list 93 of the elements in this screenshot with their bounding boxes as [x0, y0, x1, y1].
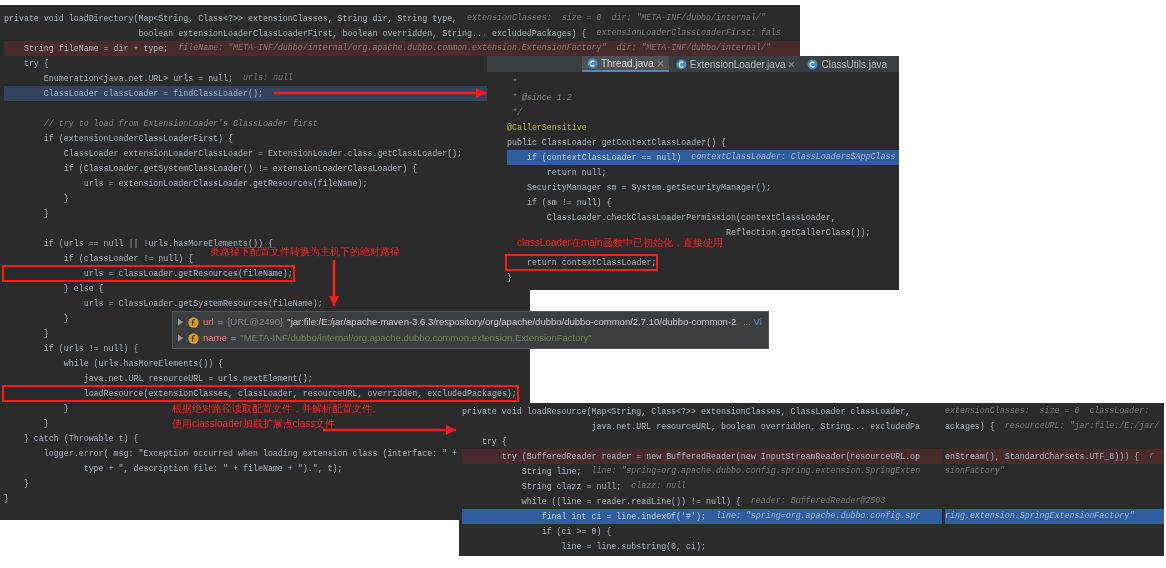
code-line: ClassLoader.checkClassLoaderPermission(contextClassLoader,	[545, 212, 836, 224]
code-line: Reflection.getCallerClass());	[725, 227, 871, 239]
code-line: try (BufferedReader reader = new BufferedReader(new InputStreamReader(resourceURL.op	[500, 451, 921, 463]
code-line: }	[42, 418, 49, 430]
code-line: if (contextClassLoader == null)	[525, 152, 682, 164]
code-line: if (urls != null) {	[42, 343, 139, 355]
code-line: loadResource(extensionClasses, classLoader, resourceURL, overridden, excludedPackages);	[4, 387, 517, 400]
debug-value-hint: line: "spring=org.apache.dubbo.config.spring.extension.SpringExten	[591, 465, 921, 478]
variable-value: "jar:file:/E:/jar/apache-maven-3.6.3/respository/org/apache/dubbo/dubbo-common/2.7.10/dubbo-common-2.	[287, 314, 739, 329]
debug-value-hint: fileName: "META-INF/dubbo/internal/org.apache.dubbo.common.extension.ExtensionFactory" dir: "META-INF/dubbo/internal/"	[178, 42, 771, 55]
code-line: @CallerSensitive	[507, 122, 587, 134]
debug-value-hint: urls: null	[243, 72, 293, 85]
debug-value-hint: sionFactory"	[945, 465, 1005, 478]
code-line: }	[507, 272, 512, 284]
code-line: while (urls.hasMoreElements()) {	[62, 358, 224, 370]
debug-value-hint: ring.extension.SpringExtensionFactory"	[945, 510, 1135, 523]
editor-tab[interactable]: ClassUtils.java	[802, 56, 892, 72]
java-class-icon	[587, 57, 598, 69]
debug-value-hint: reader: BufferedReader@2503	[750, 495, 886, 508]
debug-value-hint: resourceURL: "jar:file:/E:/jar/	[1004, 420, 1160, 433]
code-line: enStream(), StandardCharsets.UTF_8))) {	[945, 451, 1140, 463]
editor-tab[interactable]: Thread.java	[582, 56, 669, 72]
code-line: line = line.substring(0, ci);	[560, 541, 706, 553]
code-line: private void loadResource(Map<String, Class<?>> extensionClasses, ClassLoader classLoader,	[462, 406, 911, 418]
debug-value-hint: r	[1149, 450, 1155, 463]
debug-value-hint: line: "spring=org.apache.dubbo.config.spr	[715, 510, 921, 523]
code-line: if (sm != null) {	[525, 197, 612, 209]
code-line: ClassLoader extensionLoaderClassLoader = ExtensionLoader.class.getClassLoader();	[62, 148, 463, 160]
debug-value-hint: clazz: null	[631, 480, 687, 493]
code-line: while ((line = reader.readLine()) != null) {	[520, 496, 741, 508]
object-reference: {URL@2490}	[227, 314, 284, 329]
code-line: }	[62, 313, 69, 325]
editor-tab[interactable]: ExtensionLoader.java	[670, 56, 801, 72]
code-line: }	[62, 403, 69, 415]
code-line: urls = ClassLoader.getSystemResources(fileName);	[82, 298, 323, 310]
code-line: }	[22, 478, 29, 490]
variable-name: url	[203, 314, 214, 329]
code-line: boolean extensionLoaderClassLoaderFirst, boolean overridden, String... excludedPackages) {	[137, 28, 587, 40]
code-line: if (ClassLoader.getSystemClassLoader() != extensionLoaderClassLoader) {	[62, 163, 418, 175]
code-line: if (ci >= 0) {	[540, 526, 612, 538]
code-line: *	[510, 77, 517, 89]
code-line: java.net.URL resourceURL = urls.nextElement();	[82, 373, 313, 385]
view-link[interactable]: ... Vi	[743, 314, 762, 330]
code-line: String clazz = null;	[520, 481, 622, 493]
code-line: ClassLoader classLoader = findClassLoader();	[42, 88, 263, 100]
code-line: if (urls == null || !urls.hasMoreElements()) {	[42, 238, 273, 248]
close-icon[interactable]	[656, 59, 664, 67]
code-line: return null;	[545, 167, 607, 179]
code-line: String fileName = dir + type;	[22, 43, 169, 55]
code-line: final int ci = line.indexOf('#');	[540, 511, 706, 523]
code-line: try {	[480, 436, 507, 448]
debug-value-hint: extensionLoaderClassLoaderFirst: fals	[596, 27, 781, 40]
code-line: return contextClassLoader;	[507, 256, 657, 269]
equals-sign: =	[217, 314, 224, 329]
debug-value-hint: extensionClasses: size = 0 classLoader:	[945, 405, 1150, 418]
code-line: try {	[22, 58, 49, 70]
close-icon[interactable]	[788, 60, 796, 68]
code-line: }	[4, 493, 9, 505]
pointer-arrow	[329, 260, 339, 306]
code-line: */	[510, 107, 522, 119]
annotation-note: 根据绝对路径读取配置文件，并解析配置文件。	[172, 403, 382, 415]
annotation-note: classLoader在main函数中已初始化，直接使用	[517, 237, 723, 249]
code-line: type + ", description file: " + fileName + ").", t);	[82, 463, 343, 475]
code-line: urls = extensionLoaderClassLoader.getResources(fileName);	[82, 178, 368, 190]
java-class-icon	[807, 58, 819, 70]
field-icon	[188, 332, 199, 344]
debug-value-hint: extensionClasses: size = 0 dir: "META-INF/dubbo/internal/"	[467, 12, 766, 25]
annotation-note: 类路径下配置文件转换为主机下的绝对路径	[210, 246, 400, 258]
field-icon	[188, 316, 199, 328]
code-line: if (classLoader != null) {	[62, 253, 194, 265]
code-line: } else {	[62, 283, 104, 295]
code-line: // try to load from ExtensionLoader's ClassLoader first	[42, 118, 318, 130]
code-line: String line;	[520, 466, 582, 478]
code-line: ackages) {	[945, 421, 995, 433]
code-line: }	[62, 193, 69, 205]
equals-sign: =	[230, 330, 237, 345]
java-class-icon	[675, 58, 687, 70]
code-line: urls = classLoader.getResources(fileName);	[4, 267, 293, 280]
code-line: public ClassLoader getContextClassLoader() {	[507, 137, 727, 149]
code-line: Enumeration<java.net.URL> urls = null;	[42, 73, 234, 85]
code-line: }	[42, 208, 49, 220]
code-line: logger.error( msg: "Exception occurred when loading extension class (interface: " +	[42, 448, 458, 460]
code-line: java.net.URL resourceURL, boolean overridden, String... excludedPa	[590, 421, 921, 433]
code-line: * @since 1.2	[510, 92, 572, 104]
variable-name: name	[203, 330, 227, 345]
annotation-note: 使用classloader加载扩展点class文件	[172, 418, 336, 430]
code-line: }	[42, 328, 49, 340]
code-line: if (extensionLoaderClassLoaderFirst) {	[42, 133, 234, 145]
code-line: private void loadDirectory(Map<String, Class<?>> extensionClasses, String dir, String type,	[4, 13, 458, 25]
variable-value: "META-INF/dubbo/internal/org.apache.dubbo.common.extension.ExtensionFactory"	[240, 330, 592, 345]
code-line: SecurityManager sm = System.getSecurityManager();	[525, 182, 771, 194]
code-line: } catch (Throwable t) {	[22, 433, 139, 445]
debug-value-hint: contextClassLoader: ClassLoaders$AppClass	[691, 151, 896, 164]
